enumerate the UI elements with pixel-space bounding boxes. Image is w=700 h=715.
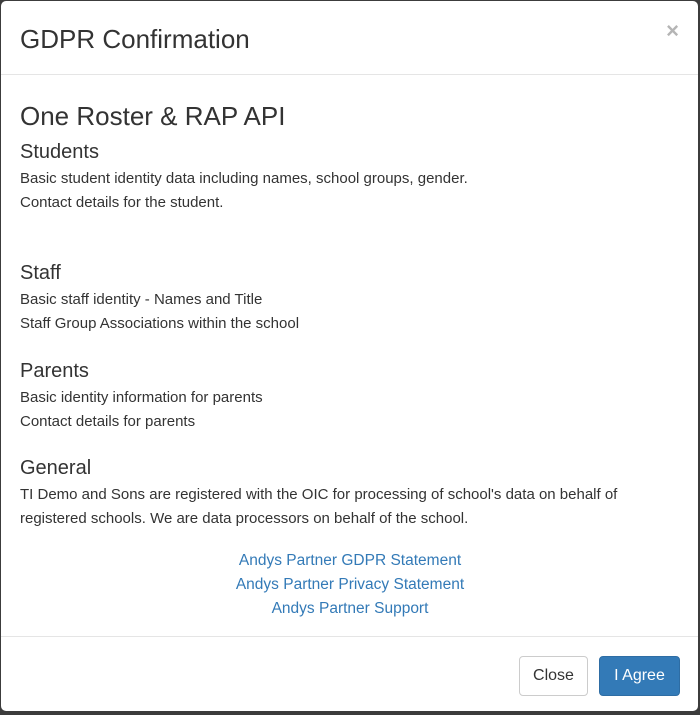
modal-header: GDPR Confirmation × <box>1 1 698 75</box>
agree-button[interactable]: I Agree <box>599 656 680 696</box>
parents-line-2: Contact details for parents <box>20 413 196 430</box>
students-line-2: Contact details for the student. <box>20 194 224 211</box>
gdpr-statement-link[interactable]: Andys Partner GDPR Statement <box>20 549 680 573</box>
staff-line-2: Staff Group Associations within the scho… <box>20 315 300 332</box>
general-paragraph: TI Demo and Sons are registered with the… <box>20 486 618 527</box>
support-link[interactable]: Andys Partner Support <box>20 597 680 621</box>
modal-footer: Close I Agree <box>1 636 698 711</box>
section-heading-general: General <box>20 457 92 479</box>
students-line-1: Basic student identity data including na… <box>20 170 468 187</box>
modal-title: GDPR Confirmation <box>20 24 250 54</box>
api-title: One Roster & RAP API <box>20 101 286 131</box>
privacy-statement-link[interactable]: Andys Partner Privacy Statement <box>20 573 680 597</box>
close-button[interactable]: Close <box>519 656 588 696</box>
close-icon[interactable]: × <box>666 18 679 44</box>
section-heading-students: Students <box>20 141 99 163</box>
staff-line-1: Basic staff identity - Names and Title <box>20 291 263 308</box>
section-heading-staff: Staff <box>20 262 61 284</box>
parents-line-1: Basic identity information for parents <box>20 389 263 406</box>
gdpr-confirmation-dialog: GDPR Confirmation × One Roster & RAP API… <box>1 1 698 711</box>
section-heading-parents: Parents <box>20 360 89 382</box>
